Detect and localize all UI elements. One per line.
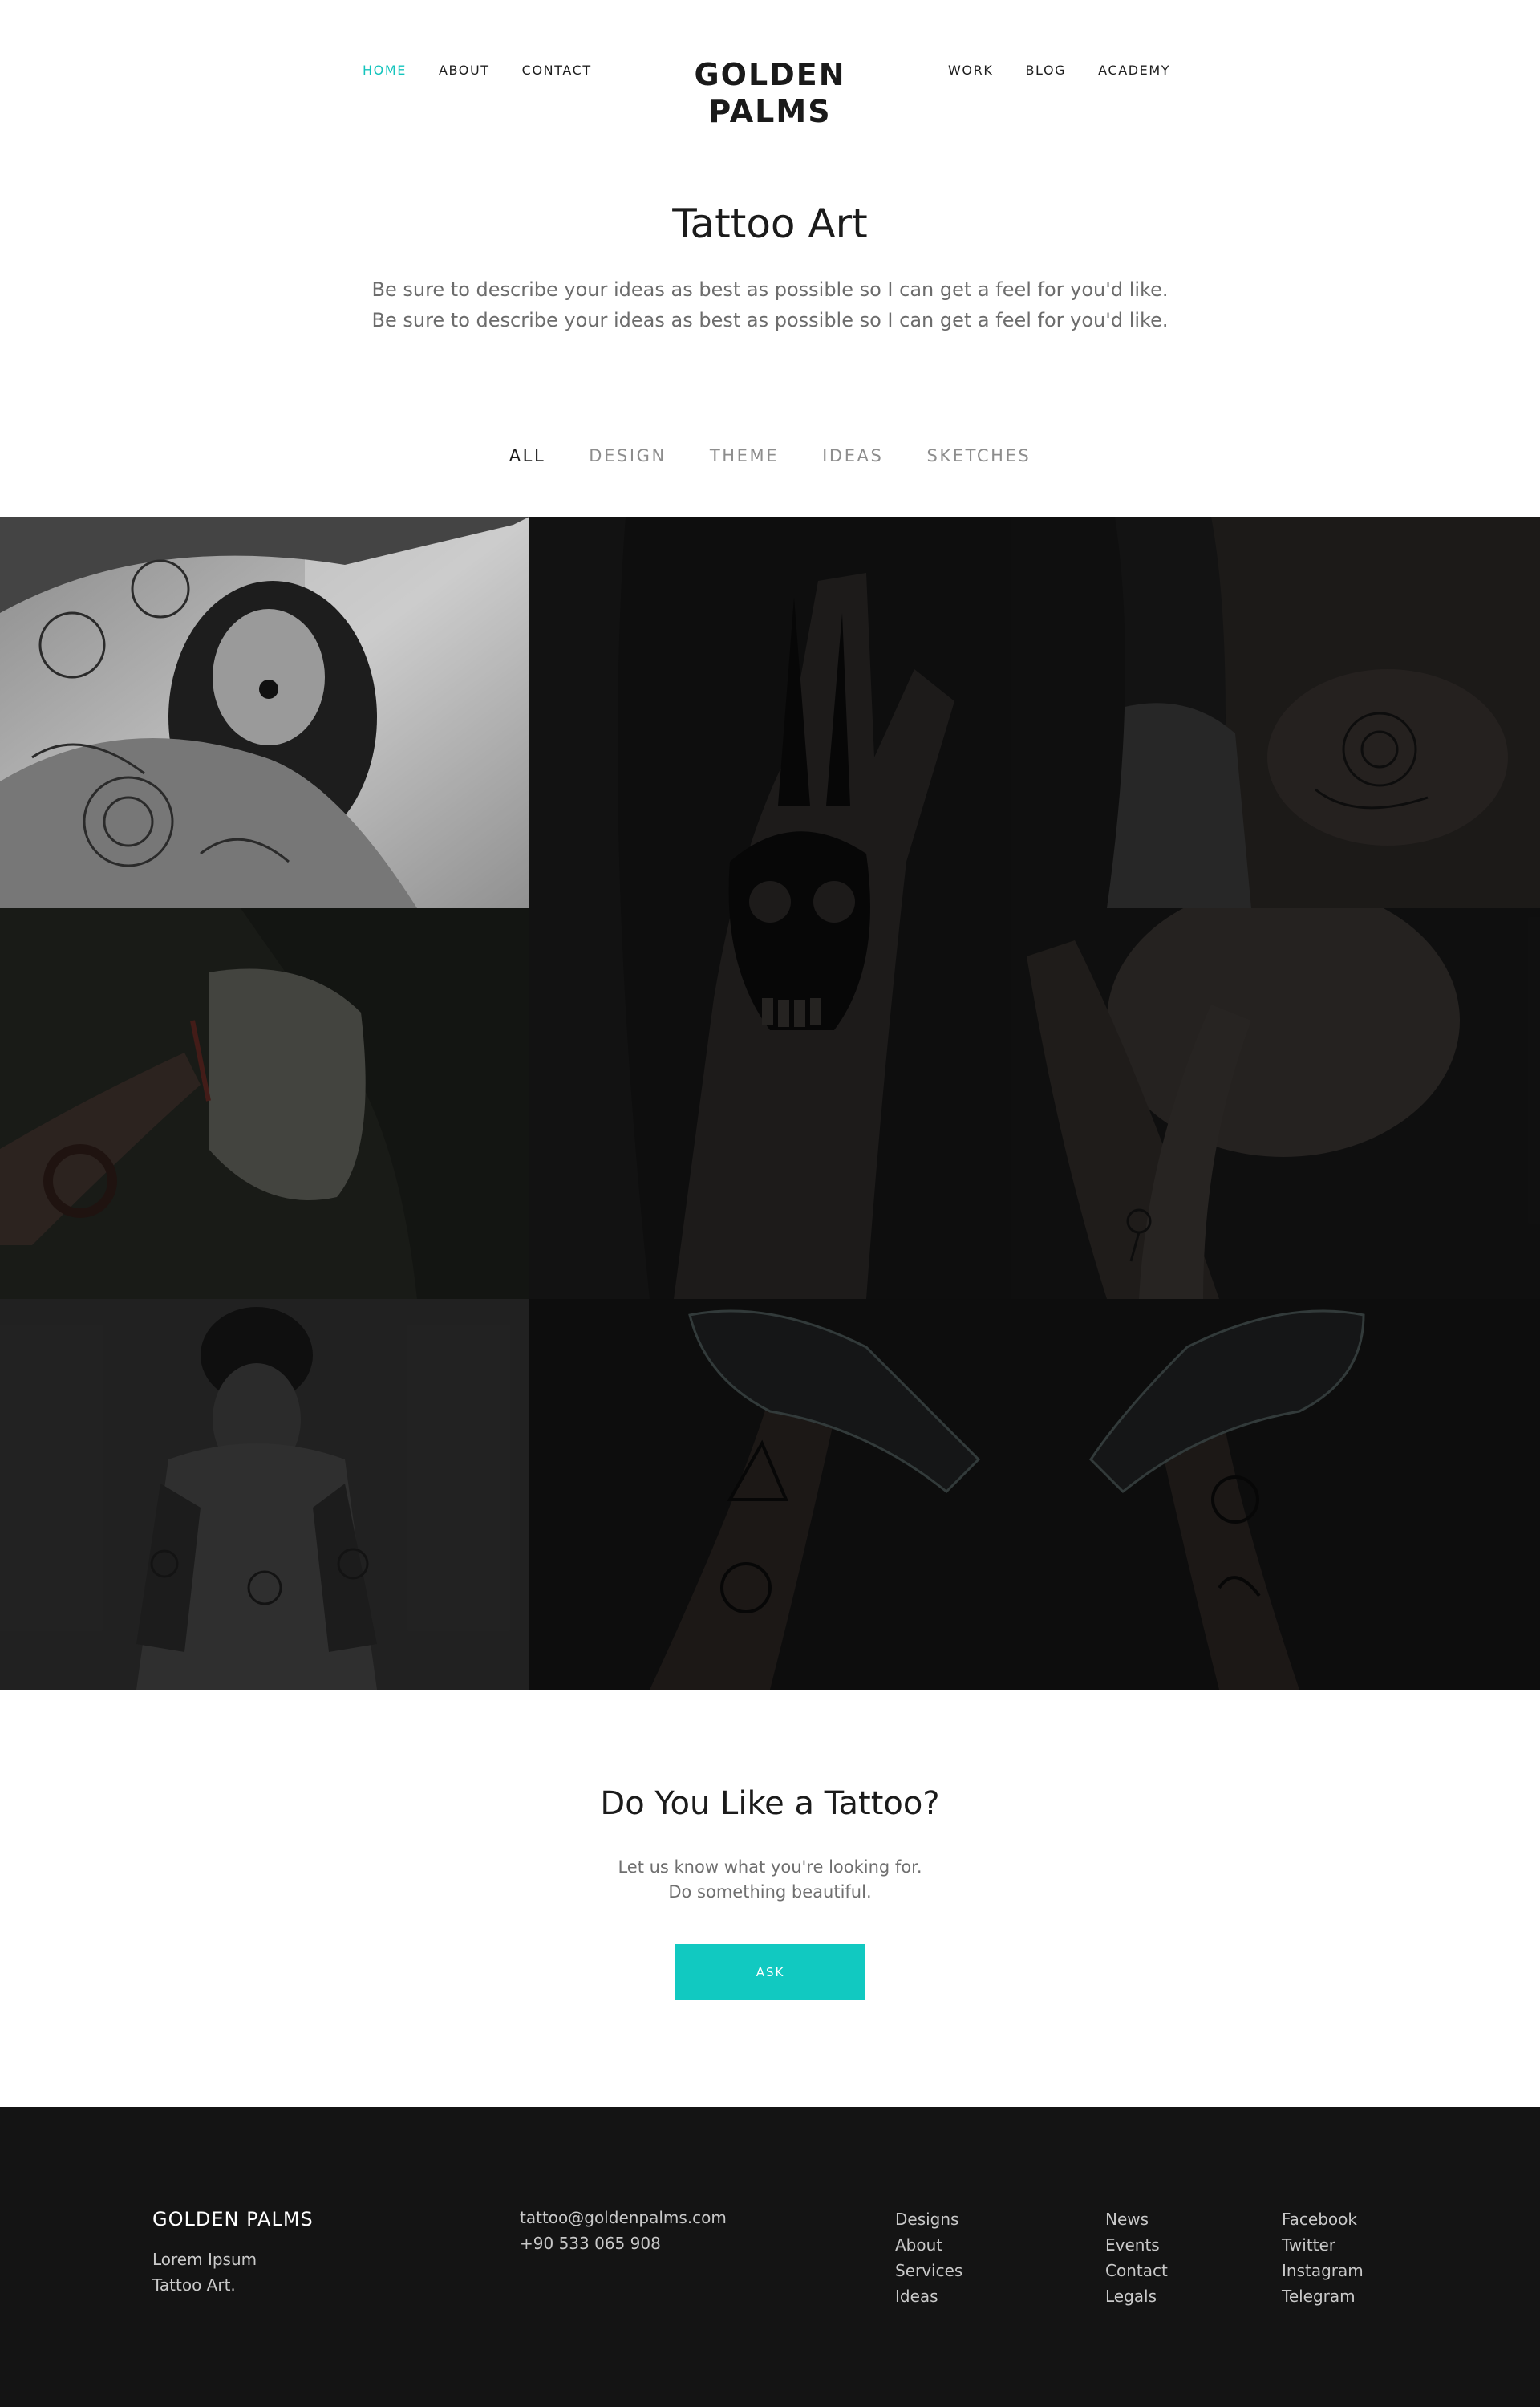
footer-link-ideas[interactable]: Ideas	[895, 2283, 962, 2309]
footer-social-column: Facebook Twitter Instagram Telegram	[1282, 2206, 1364, 2309]
intro-line-2: Be sure to describe your ideas as best a…	[371, 309, 1169, 331]
cta-text: Let us know what you're looking for. Do …	[0, 1855, 1540, 1905]
site-logo[interactable]: GOLDEN PALMS	[0, 56, 1540, 130]
footer-email-link[interactable]: tattoo@goldenpalms.com	[520, 2205, 727, 2230]
cta-line-2: Do something beautiful.	[668, 1882, 872, 1902]
footer-link-telegram[interactable]: Telegram	[1282, 2283, 1364, 2309]
footer-brand-column: GOLDEN PALMS Lorem Ipsum Tattoo Art.	[152, 2206, 314, 2298]
nav-right: WORK BLOG ACADEMY	[948, 63, 1170, 78]
nav-blog-link[interactable]: BLOG	[1025, 63, 1066, 78]
nav-work-link[interactable]: WORK	[948, 63, 993, 78]
filter-design[interactable]: DESIGN	[589, 446, 667, 465]
footer-link-legals[interactable]: Legals	[1105, 2283, 1168, 2309]
footer-links-column-2: News Events Contact Legals	[1105, 2206, 1168, 2309]
intro-text: Be sure to describe your ideas as best a…	[0, 274, 1540, 335]
cta-line-1: Let us know what you're looking for.	[618, 1857, 922, 1877]
filter-ideas[interactable]: IDEAS	[822, 446, 883, 465]
footer-link-twitter[interactable]: Twitter	[1282, 2232, 1364, 2258]
footer-tagline-1: Lorem Ipsum	[152, 2250, 257, 2269]
footer-link-events[interactable]: Events	[1105, 2232, 1168, 2258]
cta-title: Do You Like a Tattoo?	[600, 1785, 940, 1822]
logo-line-2: PALMS	[708, 94, 832, 129]
gallery-image-sleeve-portrait[interactable]	[0, 517, 529, 908]
footer-phone-link[interactable]: +90 533 065 908	[520, 2230, 727, 2256]
ask-button[interactable]: ASK	[675, 1944, 865, 2000]
gallery-dim-overlay-left	[0, 908, 529, 1690]
page-title: Tattoo Art	[672, 201, 868, 247]
gallery-dim-overlay	[529, 517, 1540, 1690]
filter-sketches[interactable]: SKETCHES	[926, 446, 1031, 465]
footer-link-facebook[interactable]: Facebook	[1282, 2206, 1364, 2232]
footer-link-about[interactable]: About	[895, 2232, 962, 2258]
footer-link-services[interactable]: Services	[895, 2258, 962, 2283]
nav-academy-link[interactable]: ACADEMY	[1098, 63, 1170, 78]
footer-brand[interactable]: GOLDEN PALMS	[152, 2206, 314, 2232]
intro-line-1: Be sure to describe your ideas as best a…	[371, 278, 1169, 301]
footer-link-contact[interactable]: Contact	[1105, 2258, 1168, 2283]
filter-theme[interactable]: THEME	[710, 446, 779, 465]
footer-link-instagram[interactable]: Instagram	[1282, 2258, 1364, 2283]
footer-link-designs[interactable]: Designs	[895, 2206, 962, 2232]
logo-line-1: GOLDEN	[694, 57, 846, 92]
filter-all[interactable]: ALL	[509, 446, 546, 465]
footer-contact-column: tattoo@goldenpalms.com +90 533 065 908	[520, 2205, 727, 2256]
footer-links-column-1: Designs About Services Ideas	[895, 2206, 962, 2309]
portfolio-filter-bar: ALL DESIGN THEME IDEAS SKETCHES	[0, 446, 1540, 465]
footer-tagline-2: Tattoo Art.	[152, 2275, 236, 2295]
footer-link-news[interactable]: News	[1105, 2206, 1168, 2232]
footer: GOLDEN PALMS Lorem Ipsum Tattoo Art. tat…	[0, 2107, 1540, 2407]
portfolio-gallery	[0, 517, 1540, 1690]
